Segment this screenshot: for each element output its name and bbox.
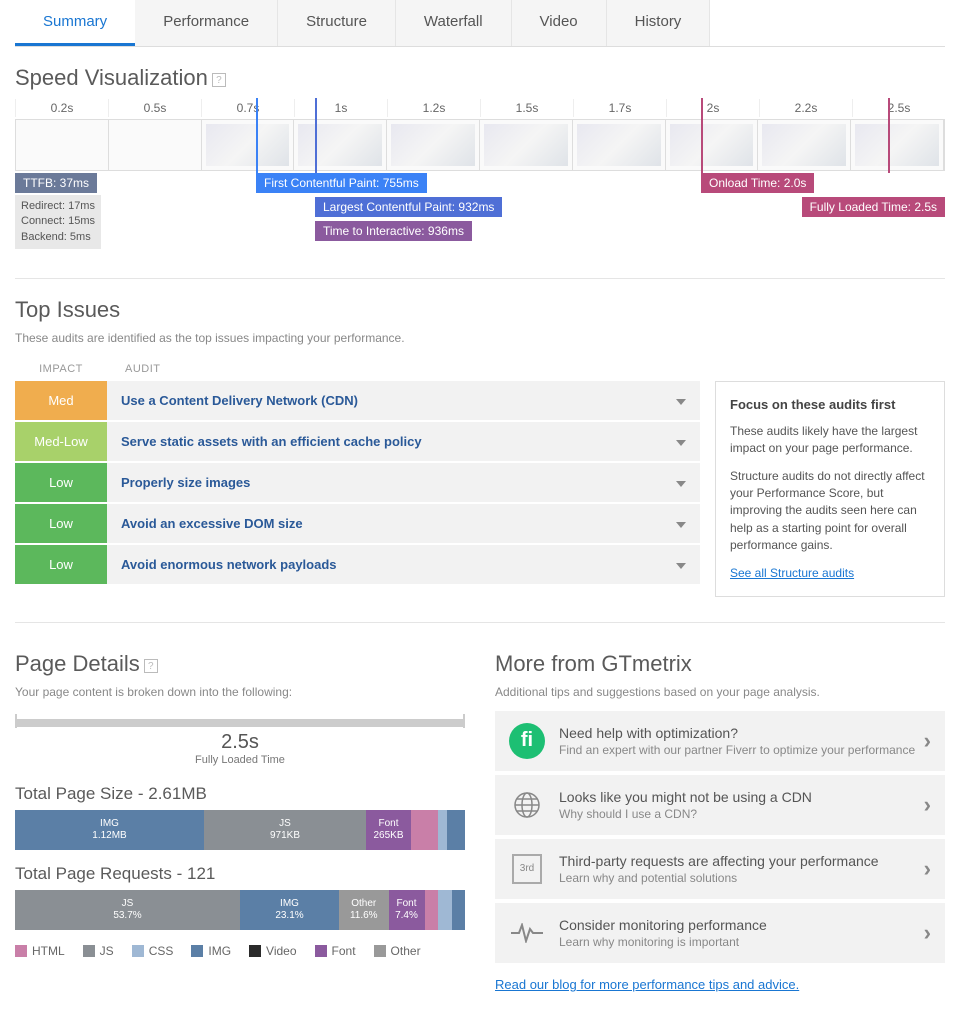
issues-subtitle: These audits are identified as the top i…: [15, 331, 945, 345]
audit-cell[interactable]: Avoid enormous network payloads: [107, 545, 700, 584]
chevron-right-icon: ›: [924, 920, 931, 946]
tti-badge: Time to Interactive: 936ms: [315, 221, 472, 241]
bar-segment: Font7.4%: [389, 890, 425, 930]
focus-panel: Focus on these audits first These audits…: [715, 381, 945, 597]
chevron-right-icon: ›: [924, 792, 931, 818]
flt-badge: Fully Loaded Time: 2.5s: [802, 197, 945, 217]
issue-row[interactable]: Med-LowServe static assets with an effic…: [15, 422, 700, 461]
bar-segment: [425, 890, 439, 930]
ttfb-details: Redirect: 17ms Connect: 15ms Backend: 5m…: [15, 195, 101, 249]
help-icon[interactable]: ?: [144, 659, 158, 673]
audit-cell[interactable]: Serve static assets with an efficient ca…: [107, 422, 700, 461]
speed-title: Speed Visualization?: [15, 65, 945, 91]
bar-segment: JS53.7%: [15, 890, 240, 930]
chevron-down-icon: [676, 475, 686, 490]
chevron-right-icon: ›: [924, 856, 931, 882]
bar-segment: [447, 810, 465, 850]
chevron-down-icon: [676, 557, 686, 572]
bar-segment: JS971KB: [204, 810, 366, 850]
bar-segment: IMG23.1%: [240, 890, 339, 930]
tip-row[interactable]: 3rdThird-party requests are affecting yo…: [495, 839, 945, 899]
fiverr-icon: fi: [509, 723, 545, 759]
impact-badge: Low: [15, 545, 107, 584]
audit-cell[interactable]: Avoid an excessive DOM size: [107, 504, 700, 543]
fcp-badge: First Contentful Paint: 755ms: [256, 173, 427, 193]
onload-badge: Onload Time: 2.0s: [701, 173, 814, 193]
tip-row[interactable]: Looks like you might not be using a CDNW…: [495, 775, 945, 835]
legend-item: Other: [374, 944, 421, 958]
main-tabs: Summary Performance Structure Waterfall …: [15, 0, 945, 47]
legend-item: Font: [315, 944, 356, 958]
3rd-icon: 3rd: [509, 851, 545, 887]
bar-segment: Other11.6%: [339, 890, 389, 930]
filmstrip: [15, 119, 945, 171]
globe-icon: [509, 787, 545, 823]
more-from: More from GTmetrix Additional tips and s…: [495, 633, 945, 992]
flt-bar: [15, 719, 465, 727]
issues-header: IMPACT AUDIT: [15, 357, 945, 381]
tab-structure[interactable]: Structure: [278, 0, 396, 46]
legend-item: JS: [83, 944, 114, 958]
tab-history[interactable]: History: [607, 0, 711, 46]
chevron-down-icon: [676, 434, 686, 449]
legend-item: CSS: [132, 944, 174, 958]
lcp-badge: Largest Contentful Paint: 932ms: [315, 197, 502, 217]
audit-cell[interactable]: Properly size images: [107, 463, 700, 502]
impact-badge: Med: [15, 381, 107, 420]
req-bar: JS53.7%IMG23.1%Other11.6%Font7.4%: [15, 890, 465, 930]
issues-list: MedUse a Content Delivery Network (CDN)M…: [15, 381, 700, 597]
help-icon[interactable]: ?: [212, 73, 226, 87]
size-bar: IMG1.12MBJS971KBFont265KB: [15, 810, 465, 850]
page-details: Page Details? Your page content is broke…: [15, 633, 465, 992]
blog-link[interactable]: Read our blog for more performance tips …: [495, 977, 799, 992]
tab-summary[interactable]: Summary: [15, 0, 135, 46]
audit-cell[interactable]: Use a Content Delivery Network (CDN): [107, 381, 700, 420]
legend-item: HTML: [15, 944, 65, 958]
bar-segment: [438, 810, 447, 850]
tip-row[interactable]: Consider monitoring performanceLearn why…: [495, 903, 945, 963]
legend: HTML JS CSS IMG Video Font Other: [15, 944, 465, 958]
legend-item: Video: [249, 944, 296, 958]
impact-badge: Low: [15, 463, 107, 502]
chevron-down-icon: [676, 393, 686, 408]
pulse-icon: [509, 915, 545, 951]
bar-segment: IMG1.12MB: [15, 810, 204, 850]
tip-row[interactable]: fiNeed help with optimization?Find an ex…: [495, 711, 945, 771]
ttfb-badge: TTFB: 37ms: [15, 173, 97, 193]
issue-row[interactable]: LowProperly size images: [15, 463, 700, 502]
bar-segment: [411, 810, 438, 850]
see-all-audits-link[interactable]: See all Structure audits: [730, 566, 854, 580]
req-title: Total Page Requests - 121: [15, 864, 465, 884]
impact-badge: Med-Low: [15, 422, 107, 461]
tab-video[interactable]: Video: [512, 0, 607, 46]
chevron-right-icon: ›: [924, 728, 931, 754]
issue-row[interactable]: LowAvoid an excessive DOM size: [15, 504, 700, 543]
flt-value: 2.5s: [15, 731, 465, 754]
bar-segment: [438, 890, 452, 930]
bar-segment: [452, 890, 466, 930]
issue-row[interactable]: MedUse a Content Delivery Network (CDN): [15, 381, 700, 420]
timeline-labels: 0.2s0.5s0.7s1s1.2s1.5s1.7s2s2.2s2.5s: [15, 99, 945, 117]
chevron-down-icon: [676, 516, 686, 531]
tab-waterfall[interactable]: Waterfall: [396, 0, 512, 46]
impact-badge: Low: [15, 504, 107, 543]
issues-title: Top Issues: [15, 297, 945, 323]
speed-markers: TTFB: 37ms Redirect: 17ms Connect: 15ms …: [15, 173, 945, 253]
bar-segment: Font265KB: [366, 810, 411, 850]
issue-row[interactable]: LowAvoid enormous network payloads: [15, 545, 700, 584]
legend-item: IMG: [191, 944, 231, 958]
flt-label: Fully Loaded Time: [15, 754, 465, 766]
size-title: Total Page Size - 2.61MB: [15, 784, 465, 804]
tab-performance[interactable]: Performance: [135, 0, 278, 46]
